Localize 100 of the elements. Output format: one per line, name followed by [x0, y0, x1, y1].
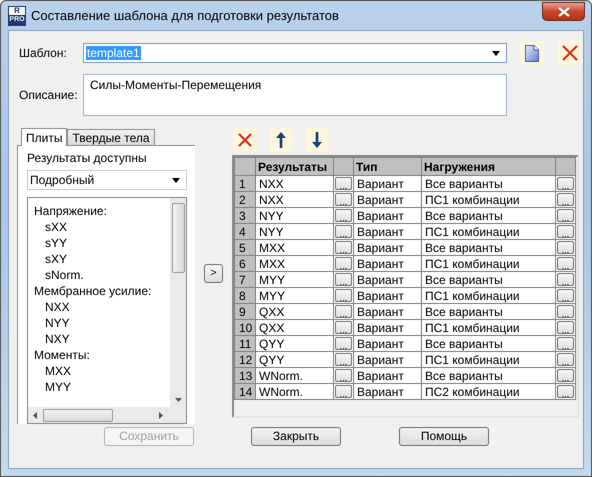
browse-button[interactable]: ... [335, 177, 352, 190]
scroll-down-icon [174, 398, 182, 402]
tab[interactable]: Плиты [21, 128, 68, 146]
table-cell: MYY [256, 272, 334, 288]
browse-button[interactable]: ... [557, 369, 574, 382]
table-cell: ПС1 комбинации [422, 256, 556, 272]
delete-icon [562, 45, 578, 61]
browse-button[interactable]: ... [335, 193, 352, 206]
table-cell: NYY [256, 224, 334, 240]
table-cell: QYY [256, 336, 334, 352]
table-cell: Все варианты [422, 176, 556, 192]
table-cell: QXX [256, 320, 334, 336]
row-number: 7 [234, 272, 256, 288]
close-button[interactable] [542, 2, 585, 21]
row-number: 4 [234, 224, 256, 240]
browse-button[interactable]: ... [335, 273, 352, 286]
dialog-button[interactable]: Помощь [399, 426, 489, 446]
list-item[interactable]: sYY [45, 235, 68, 251]
browse-button[interactable]: ... [335, 321, 352, 334]
table-cell: ПС1 комбинации [422, 352, 556, 368]
browse-button[interactable]: ... [335, 369, 352, 382]
browse-button[interactable]: ... [335, 225, 352, 238]
browse-button[interactable]: ... [557, 321, 574, 334]
browse-button[interactable]: ... [335, 305, 352, 318]
table-cell: MXX [256, 240, 334, 256]
dropdown-arrow-icon [172, 178, 180, 182]
list-item[interactable]: MXX [45, 363, 72, 379]
browse-button[interactable]: ... [557, 337, 574, 350]
browse-button[interactable]: ... [557, 353, 574, 366]
table-cell: Все варианты [422, 240, 556, 256]
row-number: 8 [234, 288, 256, 304]
table-cell: Вариант [354, 240, 422, 256]
browse-button[interactable]: ... [335, 385, 352, 398]
list-item[interactable]: sNorm. [45, 267, 84, 283]
vertical-scrollbar[interactable] [170, 198, 186, 407]
list-item[interactable]: NYY [45, 315, 70, 331]
scroll-left-icon [33, 412, 37, 418]
browse-button[interactable]: ... [557, 385, 574, 398]
list-item[interactable]: sXX [45, 219, 68, 235]
list-group[interactable]: Напряжение: [34, 203, 107, 219]
delete-template-button[interactable] [558, 41, 582, 65]
browse-button[interactable]: ... [557, 305, 574, 318]
table-cell: Вариант [354, 288, 422, 304]
table-cell: Все варианты [422, 272, 556, 288]
browse-button[interactable]: ... [557, 257, 574, 270]
column-header: Тип [354, 158, 422, 176]
browse-button[interactable]: ... [557, 193, 574, 206]
table-cell: Вариант [354, 352, 422, 368]
delete-row-button[interactable] [233, 128, 257, 152]
table-cell: NXX [256, 192, 334, 208]
description-label: Описание: [18, 88, 79, 102]
document-icon [525, 44, 539, 62]
browse-button[interactable]: ... [335, 353, 352, 366]
dialog-button[interactable]: Закрыть [251, 426, 341, 446]
mode-dropdown[interactable]: Подробный [27, 170, 187, 190]
browse-button[interactable]: ... [557, 177, 574, 190]
table-cell: Вариант [354, 224, 422, 240]
table-cell: Вариант [354, 304, 422, 320]
list-item[interactable]: MYY [45, 379, 72, 395]
list-group[interactable]: Моменты: [34, 347, 90, 363]
table-cell: NYY [256, 208, 334, 224]
row-number: 9 [234, 304, 256, 320]
browse-button[interactable]: ... [557, 289, 574, 302]
dropdown-arrow-icon [492, 50, 500, 56]
template-value: template1 [86, 46, 141, 60]
move-down-button[interactable] [305, 128, 329, 152]
list-item[interactable]: NXY [45, 331, 70, 347]
browse-button[interactable]: ... [557, 241, 574, 254]
description-field[interactable]: Силы-Моменты-Перемещения [83, 74, 507, 116]
table-cell: WNorm. [256, 384, 334, 400]
row-number: 10 [234, 320, 256, 336]
browse-button[interactable]: ... [557, 225, 574, 238]
list-item[interactable]: NXX [45, 299, 70, 315]
list-item[interactable]: sXY [45, 251, 68, 267]
table-cell: Все варианты [422, 304, 556, 320]
table-cell: Вариант [354, 320, 422, 336]
table-cell: Вариант [354, 208, 422, 224]
list-group[interactable]: Мембранное усилие: [34, 283, 152, 299]
table-cell: Все варианты [422, 208, 556, 224]
table-cell: Вариант [354, 176, 422, 192]
row-number: 6 [234, 256, 256, 272]
browse-button[interactable]: ... [335, 209, 352, 222]
table-cell: ПС2 комбинации [422, 384, 556, 400]
browse-button[interactable]: ... [335, 241, 352, 254]
add-button[interactable]: > [204, 264, 223, 282]
horizontal-scrollbar[interactable] [28, 407, 186, 423]
table-cell: WNorm. [256, 368, 334, 384]
tab[interactable]: Твердые тела [67, 129, 155, 145]
new-document-button[interactable] [520, 41, 544, 65]
browse-button[interactable]: ... [335, 257, 352, 270]
row-number: 5 [234, 240, 256, 256]
move-up-button[interactable] [269, 128, 293, 152]
table-cell: QXX [256, 304, 334, 320]
browse-button[interactable]: ... [335, 337, 352, 350]
table-cell: Все варианты [422, 368, 556, 384]
row-number: 2 [234, 192, 256, 208]
browse-button[interactable]: ... [557, 209, 574, 222]
browse-button[interactable]: ... [335, 289, 352, 302]
browse-button[interactable]: ... [557, 273, 574, 286]
column-header: Нагружения [422, 158, 556, 176]
